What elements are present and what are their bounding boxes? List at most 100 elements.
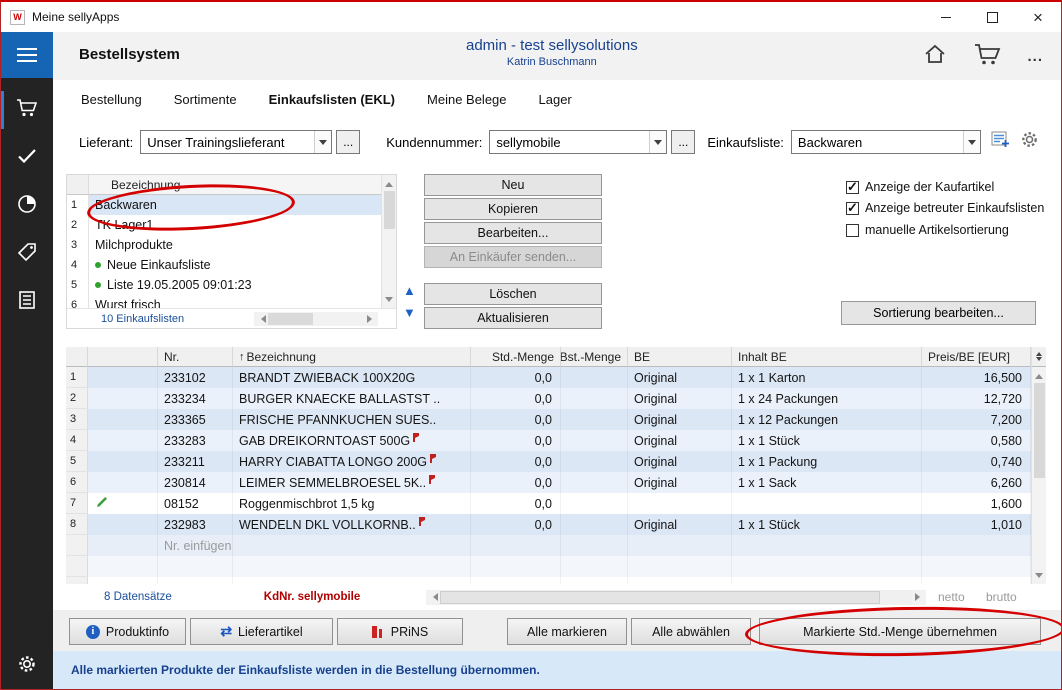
column-bezeichnung[interactable]: ↑Bezeichnung — [233, 347, 471, 367]
list-item-wurst-frisch[interactable]: 6 Wurst frisch — [67, 295, 381, 308]
dropdown-arrow-icon[interactable] — [963, 131, 980, 153]
sidebar-item-check[interactable] — [1, 134, 53, 182]
more-menu-icon[interactable]: ... — [1027, 48, 1043, 65]
tab-sortimente[interactable]: Sortimente — [174, 92, 237, 107]
lieferartikel-button[interactable]: ⇄ Lieferartikel — [190, 618, 333, 645]
checkbox-kaufartikel[interactable]: Anzeige der Kaufartikel — [846, 177, 994, 197]
column-nr[interactable]: Nr. — [158, 347, 233, 367]
scrollbar-thumb[interactable] — [1034, 383, 1045, 478]
sort-toggle-icon[interactable] — [1032, 347, 1047, 367]
bearbeiten-button[interactable]: Bearbeiten... — [424, 222, 602, 244]
minimize-icon[interactable] — [923, 2, 969, 32]
scroll-down-icon[interactable] — [382, 294, 396, 308]
list-horizontal-scrollbar[interactable] — [254, 312, 378, 326]
list-item-neue-einkaufsliste[interactable]: 4 Neue Einkaufsliste — [67, 255, 381, 275]
cell-std[interactable]: 0,0 — [471, 472, 561, 493]
table-row[interactable]: 4 233283 GAB DREIKORNTOAST 500G 0,0 Orig… — [66, 430, 1031, 451]
checkbox-betreute-listen[interactable]: Anzeige betreuter Einkaufslisten — [846, 198, 1044, 218]
loeschen-button[interactable]: Löschen — [424, 283, 602, 305]
einkaufsliste-combobox[interactable]: Backwaren — [791, 130, 981, 154]
lieferant-browse-button[interactable]: ... — [336, 130, 360, 154]
sidebar-item-statistik[interactable] — [1, 182, 53, 230]
cell-std[interactable]: 0,0 — [471, 430, 561, 451]
insert-row[interactable]: Nr. einfügen — [66, 535, 1031, 556]
column-bst-menge[interactable]: Bst.-Menge — [561, 347, 628, 367]
new-list-icon[interactable] — [991, 131, 1010, 153]
sidebar-item-etiketten[interactable] — [1, 230, 53, 278]
scrollbar-thumb[interactable] — [268, 313, 313, 325]
sidebar-settings[interactable] — [1, 654, 53, 679]
settings-gear-icon[interactable] — [1020, 130, 1039, 154]
kundennummer-browse-button[interactable]: ... — [671, 130, 695, 154]
tab-einkaufslisten[interactable]: Einkaufslisten (EKL) — [269, 92, 395, 107]
table-row[interactable]: 8 232983 WENDELN DKL VOLLKORNB.. 0,0 Ori… — [66, 514, 1031, 535]
column-be[interactable]: BE — [628, 347, 732, 367]
lieferant-combobox[interactable]: Unser Trainingslieferant — [140, 130, 332, 154]
tab-bestellung[interactable]: Bestellung — [81, 92, 142, 107]
scroll-right-icon[interactable] — [912, 590, 926, 604]
list-item-tk-lager1[interactable]: 2 TK Lager1 — [67, 215, 381, 235]
cell-std[interactable]: 0,0 — [471, 367, 561, 388]
scroll-up-icon[interactable] — [382, 175, 396, 189]
scroll-right-icon[interactable] — [364, 312, 378, 326]
neu-button[interactable]: Neu — [424, 174, 602, 196]
sidebar-item-katalog[interactable] — [1, 278, 53, 326]
home-icon[interactable] — [923, 43, 947, 70]
cell-std[interactable]: 0,0 — [471, 388, 561, 409]
list-item-milchprodukte[interactable]: 3 Milchprodukte — [67, 235, 381, 255]
alle-markieren-button[interactable]: Alle markieren — [507, 618, 627, 645]
header-cart-icon[interactable] — [973, 42, 1001, 71]
tab-lager[interactable]: Lager — [539, 92, 572, 107]
table-row[interactable]: 6 230814 LEIMER SEMMELBROESEL 5K.. 0,0 O… — [66, 472, 1031, 493]
aktualisieren-button[interactable]: Aktualisieren — [424, 307, 602, 329]
table-row[interactable]: 5 233211 HARRY CIABATTA LONGO 200G 0,0 O… — [66, 451, 1031, 472]
cell-std[interactable]: 0,0 — [471, 514, 561, 535]
checkbox-artikelsortierung[interactable]: manuelle Artikelsortierung — [846, 220, 1009, 240]
brutto-label[interactable]: brutto — [986, 590, 1017, 604]
markierte-std-menge-uebernehmen-button[interactable]: Markierte Std.-Menge übernehmen — [759, 618, 1041, 645]
column-inhalt-be[interactable]: Inhalt BE — [732, 347, 922, 367]
sortierung-bearbeiten-button[interactable]: Sortierung bearbeiten... — [841, 301, 1036, 325]
maximize-icon[interactable] — [969, 2, 1015, 32]
list-vertical-scrollbar[interactable] — [381, 175, 396, 308]
sidebar-item-bestellung[interactable] — [1, 86, 53, 134]
close-icon[interactable] — [1015, 2, 1061, 32]
move-up-icon[interactable]: ▲ — [403, 284, 416, 297]
table-row[interactable]: 7 08152 Roggenmischbrot 1,5 kg 0,0 1,600 — [66, 493, 1031, 514]
scrollbar-thumb[interactable] — [384, 191, 395, 229]
checkbox-icon[interactable] — [846, 202, 859, 215]
table-row[interactable]: 1 233102 BRANDT ZWIEBACK 100X20G 0,0 Ori… — [66, 367, 1031, 388]
checkbox-icon[interactable] — [846, 181, 859, 194]
scroll-left-icon[interactable] — [426, 590, 440, 604]
scrollbar-thumb[interactable] — [440, 591, 880, 604]
cell-std[interactable]: 0,0 — [471, 493, 561, 514]
scroll-up-icon[interactable] — [1032, 367, 1046, 381]
produktinfo-button[interactable]: i Produktinfo — [69, 618, 186, 645]
netto-label[interactable]: netto — [938, 590, 965, 604]
table-horizontal-scrollbar[interactable] — [426, 590, 926, 605]
hamburger-menu-icon[interactable] — [1, 32, 53, 78]
table-vertical-scrollbar[interactable] — [1031, 347, 1046, 584]
cell-std[interactable]: 0,0 — [471, 409, 561, 430]
kundennummer-combobox[interactable]: sellymobile — [489, 130, 667, 154]
list-item-liste-19052005[interactable]: 5 Liste 19.05.2005 09:01:23 — [67, 275, 381, 295]
dropdown-arrow-icon[interactable] — [649, 131, 666, 153]
table-row[interactable]: 3 233365 FRISCHE PFANNKUCHEN SUES.. 0,0 … — [66, 409, 1031, 430]
tab-meine-belege[interactable]: Meine Belege — [427, 92, 507, 107]
nr-einfuegen-placeholder[interactable]: Nr. einfügen — [158, 535, 233, 556]
checkbox-icon[interactable] — [846, 224, 859, 237]
move-down-icon[interactable]: ▼ — [403, 306, 416, 319]
dropdown-arrow-icon[interactable] — [314, 131, 331, 153]
list-item-backwaren[interactable]: 1 Backwaren — [67, 195, 381, 215]
scroll-down-icon[interactable] — [1032, 570, 1046, 584]
table-row[interactable]: 2 233234 BURGER KNAECKE BALLASTST .. 0,0… — [66, 388, 1031, 409]
list-column-bezeichnung[interactable]: Bezeichnung — [89, 175, 381, 195]
column-preis-be[interactable]: Preis/BE [EUR] — [922, 347, 1031, 367]
cell-std[interactable]: 0,0 — [471, 451, 561, 472]
cell-be: Original — [628, 388, 732, 409]
column-std-menge[interactable]: Std.-Menge — [471, 347, 561, 367]
scroll-left-icon[interactable] — [254, 312, 268, 326]
alle-abwaehlen-button[interactable]: Alle abwählen — [631, 618, 751, 645]
prins-button[interactable]: PRiNS — [337, 618, 463, 645]
kopieren-button[interactable]: Kopieren — [424, 198, 602, 220]
